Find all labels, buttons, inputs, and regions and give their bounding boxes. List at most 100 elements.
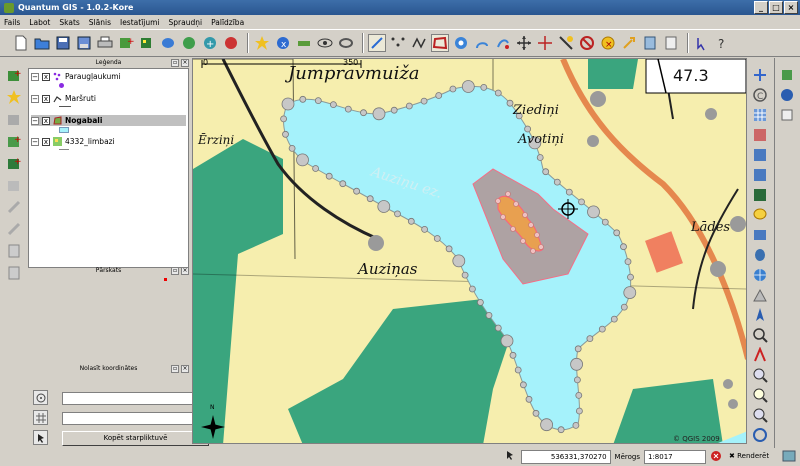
save-project-icon[interactable] — [54, 34, 72, 52]
vertex-marker[interactable] — [433, 235, 441, 242]
new-project-icon[interactable] — [12, 34, 30, 52]
legend-layer-marsruti[interactable]: − x Maršruti — [31, 93, 96, 104]
layer-info-icon[interactable] — [5, 264, 23, 282]
vertex-marker[interactable] — [280, 115, 287, 123]
vertex-marker[interactable] — [514, 366, 522, 374]
vertex-marker[interactable] — [435, 92, 443, 99]
vertex-marker[interactable] — [620, 243, 627, 251]
legend-layer-limbazi[interactable]: − x 4332_limbazi — [31, 136, 115, 147]
vertex-marker[interactable] — [420, 97, 428, 105]
vertex-marker[interactable] — [624, 258, 632, 266]
attribute-table-icon[interactable] — [662, 34, 680, 52]
render-checkbox-icon[interactable]: ✖ — [729, 452, 737, 460]
coordinates-display[interactable]: 536331,370270 — [520, 449, 611, 464]
vertex-marker[interactable] — [325, 172, 333, 180]
crs-select-icon[interactable] — [33, 390, 48, 405]
float-icon[interactable]: ▫ — [171, 59, 179, 67]
pdf-export-icon[interactable] — [751, 346, 769, 364]
copyright-label-icon[interactable]: C — [751, 86, 769, 104]
layer-checkbox[interactable]: x — [42, 137, 50, 146]
projection-icon[interactable] — [782, 450, 796, 464]
vertex-marker[interactable] — [452, 254, 466, 268]
vertex-marker[interactable] — [572, 421, 580, 429]
vertex-marker[interactable] — [494, 324, 502, 332]
vertex-marker[interactable] — [570, 357, 584, 371]
pan-icon[interactable] — [778, 66, 796, 84]
add-wms-icon[interactable] — [180, 34, 198, 52]
vertex-marker[interactable] — [476, 298, 484, 306]
capture-icon[interactable] — [33, 430, 48, 445]
menu-spraudni[interactable]: Spraudņi — [169, 18, 203, 27]
vertex-marker[interactable] — [480, 83, 488, 91]
vertex-marker[interactable] — [565, 188, 573, 196]
vertex-marker[interactable] — [601, 218, 609, 226]
close-button[interactable]: × — [784, 1, 798, 14]
legend-layer-parauglaukumi[interactable]: − x Paraugļaukumi — [31, 71, 121, 82]
zoom-out-icon[interactable] — [751, 386, 769, 404]
open-project-icon[interactable] — [33, 34, 51, 52]
vertex-delete-icon[interactable] — [515, 34, 533, 52]
menu-skats[interactable]: Skats — [59, 18, 79, 27]
close-icon[interactable]: × — [181, 365, 189, 373]
vertex-marker[interactable] — [366, 195, 374, 203]
vertex-marker[interactable] — [353, 187, 361, 195]
vertex-marker[interactable] — [623, 286, 637, 300]
layer-properties-icon[interactable] — [5, 110, 23, 128]
menu-labot[interactable]: Labot — [29, 18, 50, 27]
menu-palidziba[interactable]: Palīdzība — [211, 18, 244, 27]
vertex-marker[interactable] — [405, 102, 413, 110]
stop-render-icon[interactable] — [710, 450, 722, 464]
vertex-marker[interactable] — [377, 200, 391, 213]
vertex-marker[interactable] — [407, 217, 415, 225]
cut-icon[interactable] — [557, 34, 575, 52]
north-arrow-decoration-icon[interactable] — [751, 306, 769, 324]
vertex-marker[interactable] — [509, 351, 517, 359]
spit-icon[interactable] — [751, 166, 769, 184]
expand-icon[interactable]: − — [31, 72, 39, 81]
vertex-marker[interactable] — [573, 376, 581, 384]
layer-checkbox[interactable]: x — [42, 116, 50, 125]
add-postgis-layer-icon[interactable]: + — [5, 132, 23, 150]
render-toggle[interactable]: ✖ Renderēt — [726, 449, 778, 464]
menu-iestatijumi[interactable]: Iestatījumi — [120, 18, 160, 27]
attribute-icon[interactable] — [778, 106, 796, 124]
zoom-icon[interactable] — [751, 326, 769, 344]
vertex-marker[interactable] — [372, 107, 386, 121]
vertex-marker[interactable] — [525, 395, 533, 403]
minimize-button[interactable]: _ — [754, 1, 768, 14]
plugin-icon[interactable] — [620, 34, 638, 52]
vertex-marker[interactable] — [519, 381, 527, 389]
add-vector-layer-icon[interactable]: + — [5, 66, 23, 84]
capture-polygon-icon[interactable] — [368, 34, 386, 52]
close-icon[interactable]: × — [181, 59, 189, 67]
edit-layer-icon[interactable] — [5, 220, 23, 238]
vertex-marker[interactable] — [461, 271, 469, 279]
vertex-marker[interactable] — [500, 334, 514, 348]
add-ring-icon[interactable] — [431, 34, 449, 52]
add-vector-icon[interactable]: + — [117, 34, 135, 52]
vertex-marker[interactable] — [627, 273, 634, 281]
vertex-marker[interactable] — [542, 168, 550, 176]
vertex-marker[interactable] — [394, 210, 401, 218]
vertex-marker[interactable] — [540, 418, 554, 432]
vertex-marker[interactable] — [296, 153, 309, 167]
add-raster-layer-icon[interactable] — [5, 88, 23, 106]
float-icon[interactable]: ▫ — [171, 365, 179, 373]
expand-icon[interactable]: − — [31, 94, 39, 103]
select-icon[interactable] — [693, 34, 711, 52]
vertex-marker[interactable] — [536, 154, 544, 161]
vertex-marker[interactable] — [575, 391, 583, 399]
wfs-icon[interactable] — [751, 226, 769, 244]
georeferencer-icon[interactable] — [751, 126, 769, 144]
vertex-marker[interactable] — [360, 109, 367, 117]
zoom-in-icon[interactable] — [751, 366, 769, 384]
delete-feature-icon[interactable] — [536, 34, 554, 52]
hide-all-layers-icon[interactable] — [5, 198, 23, 216]
database-icon[interactable] — [751, 246, 769, 264]
toggle-edit-icon[interactable] — [253, 34, 271, 52]
add-island-icon[interactable] — [452, 34, 470, 52]
save-as-icon[interactable] — [75, 34, 93, 52]
measure-icon[interactable] — [295, 34, 313, 52]
vertex-marker[interactable] — [282, 130, 289, 138]
vertex-marker[interactable] — [344, 105, 352, 113]
